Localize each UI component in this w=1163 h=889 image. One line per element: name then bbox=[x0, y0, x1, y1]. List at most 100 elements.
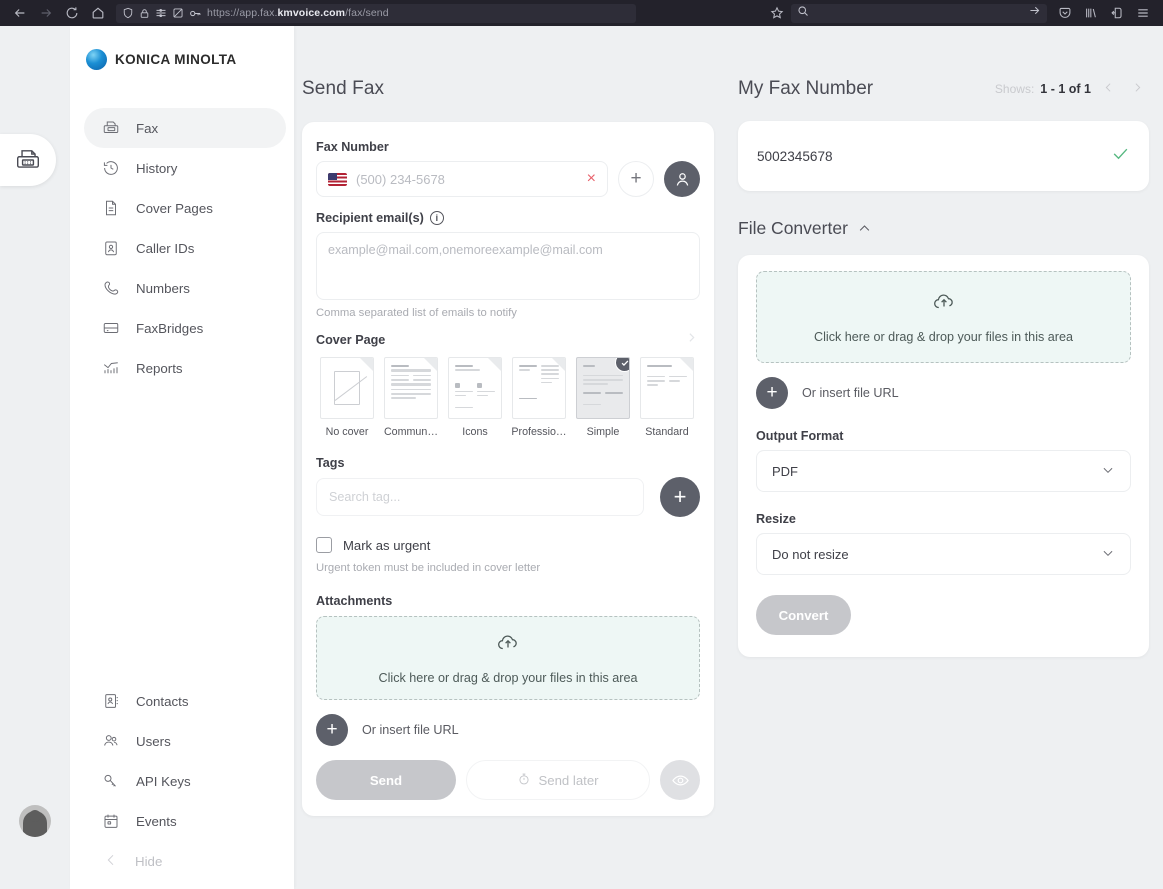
forward-arrow-icon bbox=[34, 3, 58, 23]
cover-option-communication[interactable]: Commun… bbox=[380, 357, 442, 438]
cover-option-label: Professio… bbox=[508, 426, 570, 438]
my-fax-number-header: My Fax Number Shows: 1 - 1 of 1 bbox=[728, 26, 1163, 100]
us-flag-icon[interactable] bbox=[328, 173, 347, 186]
bookmark-star-icon[interactable] bbox=[765, 3, 789, 23]
sidebar-item-api-keys[interactable]: API Keys bbox=[84, 761, 286, 801]
home-icon[interactable] bbox=[86, 3, 110, 23]
sidebar-item-history[interactable]: History bbox=[84, 148, 286, 188]
cover-thumbnail bbox=[384, 357, 438, 419]
clear-fax-number-icon[interactable]: × bbox=[587, 171, 596, 187]
mark-as-urgent-checkbox[interactable] bbox=[316, 537, 332, 553]
account-icon[interactable] bbox=[1105, 3, 1129, 23]
sidebar: KONICA MINOLTA Fax History Cover Pages bbox=[70, 26, 294, 889]
tags-placeholder: Search tag... bbox=[329, 490, 400, 504]
sidebar-item-fax[interactable]: Fax bbox=[84, 108, 286, 148]
sidebar-item-faxbridges[interactable]: FaxBridges bbox=[84, 308, 286, 348]
pocket-icon[interactable] bbox=[1053, 3, 1077, 23]
sidebar-item-numbers[interactable]: Numbers bbox=[84, 268, 286, 308]
library-icon[interactable] bbox=[1079, 3, 1103, 23]
sidebar-item-label: Fax bbox=[136, 121, 158, 136]
brand-name: KONICA MINOLTA bbox=[115, 52, 237, 67]
url-bar[interactable]: https://app.fax.kmvoice.com/fax/send bbox=[116, 4, 636, 23]
info-icon[interactable]: i bbox=[430, 211, 444, 225]
app-page: KONICA MINOLTA Fax History Cover Pages bbox=[0, 26, 1163, 889]
sidebar-item-label: Numbers bbox=[136, 281, 190, 296]
attachments-dropzone[interactable]: Click here or drag & drop your files in … bbox=[316, 616, 700, 700]
sidebar-item-caller-ids[interactable]: Caller IDs bbox=[84, 228, 286, 268]
cover-page-header: Cover Page bbox=[316, 331, 700, 348]
sidebar-item-reports[interactable]: Reports bbox=[84, 348, 286, 388]
send-button[interactable]: Send bbox=[316, 760, 456, 800]
calendar-icon bbox=[101, 812, 120, 831]
file-converter-card: Click here or drag & drop your files in … bbox=[738, 255, 1149, 657]
my-fax-number-card[interactable]: 5002345678 bbox=[738, 121, 1149, 191]
reload-icon[interactable] bbox=[60, 3, 84, 23]
converter-dropzone-text: Click here or drag & drop your files in … bbox=[814, 330, 1073, 344]
cover-thumbnail bbox=[320, 357, 374, 419]
send-actions-row: Send Send later bbox=[316, 760, 700, 800]
recipient-email-label: Recipient email(s) i bbox=[316, 211, 700, 225]
recipient-email-placeholder: example@mail.com,onemoreexample@mail.com bbox=[328, 243, 603, 257]
resize-select[interactable]: Do not resize bbox=[756, 533, 1131, 575]
lock-icon bbox=[139, 8, 150, 19]
add-tag-button[interactable]: + bbox=[660, 477, 700, 517]
file-converter-header[interactable]: File Converter bbox=[728, 191, 1163, 239]
send-later-label: Send later bbox=[538, 773, 598, 788]
cover-option-simple[interactable]: Simple bbox=[572, 357, 634, 438]
menu-icon[interactable] bbox=[1131, 3, 1155, 23]
cover-option-icons[interactable]: Icons bbox=[444, 357, 506, 438]
recipient-email-input[interactable]: example@mail.com,onemoreexample@mail.com bbox=[316, 232, 700, 300]
convert-button[interactable]: Convert bbox=[756, 595, 851, 635]
mark-as-urgent-row[interactable]: Mark as urgent bbox=[316, 537, 700, 553]
sidebar-hide-label: Hide bbox=[135, 854, 162, 869]
chevron-right-icon[interactable] bbox=[685, 331, 700, 348]
avatar[interactable] bbox=[19, 805, 51, 837]
tags-label: Tags bbox=[316, 456, 700, 470]
users-icon bbox=[101, 732, 120, 751]
sidebar-item-users[interactable]: Users bbox=[84, 721, 286, 761]
sidebar-item-cover-pages[interactable]: Cover Pages bbox=[84, 188, 286, 228]
no-cover-icon bbox=[334, 371, 360, 405]
phone-icon bbox=[101, 279, 120, 298]
sidebar-hide-button[interactable]: Hide bbox=[84, 841, 294, 881]
sidebar-item-label: Users bbox=[136, 734, 171, 749]
preview-button[interactable] bbox=[660, 760, 700, 800]
cover-option-standard[interactable]: Standard bbox=[636, 357, 698, 438]
person-icon bbox=[673, 170, 692, 189]
tags-row: Search tag... + bbox=[316, 477, 700, 517]
fax-number-placeholder: (500) 234-5678 bbox=[356, 172, 578, 187]
cover-option-no-cover[interactable]: No cover bbox=[316, 357, 378, 438]
choose-contact-button[interactable] bbox=[664, 161, 700, 197]
next-page-button[interactable] bbox=[1126, 79, 1149, 99]
chevron-up-icon[interactable] bbox=[857, 221, 872, 236]
search-icon bbox=[797, 4, 809, 22]
back-arrow-icon[interactable] bbox=[8, 3, 32, 23]
converter-insert-url-button[interactable]: + bbox=[756, 377, 788, 409]
converter-dropzone[interactable]: Click here or drag & drop your files in … bbox=[756, 271, 1131, 363]
cover-option-label: Icons bbox=[444, 426, 506, 438]
left-rail bbox=[0, 26, 70, 889]
fax-machine-icon[interactable] bbox=[0, 134, 56, 186]
tags-search-input[interactable]: Search tag... bbox=[316, 478, 644, 516]
go-arrow-icon[interactable] bbox=[1028, 4, 1041, 22]
sidebar-item-events[interactable]: Events bbox=[84, 801, 286, 841]
insert-file-url-button[interactable]: + bbox=[316, 714, 348, 746]
cover-option-label: Simple bbox=[572, 426, 634, 438]
output-format-select[interactable]: PDF bbox=[756, 450, 1131, 492]
extension-blocked-icon[interactable] bbox=[172, 7, 184, 19]
search-bar[interactable] bbox=[791, 4, 1047, 23]
fax-number-label: Fax Number bbox=[316, 140, 700, 154]
send-later-button[interactable]: Send later bbox=[466, 760, 650, 800]
fax-number-input[interactable]: (500) 234-5678 × bbox=[316, 161, 608, 197]
add-fax-number-button[interactable]: + bbox=[618, 161, 654, 197]
sidebar-item-contacts[interactable]: Contacts bbox=[84, 681, 286, 721]
key-icon[interactable] bbox=[189, 7, 202, 20]
konica-minolta-logo-icon bbox=[86, 49, 107, 70]
prev-page-button[interactable] bbox=[1097, 79, 1120, 99]
cover-thumbnail bbox=[576, 357, 630, 419]
cover-option-professional[interactable]: Professio… bbox=[508, 357, 570, 438]
reader-icon[interactable] bbox=[155, 7, 167, 19]
fax-machine-icon bbox=[101, 119, 120, 138]
document-icon bbox=[101, 199, 120, 218]
shows-value: 1 - 1 of 1 bbox=[1040, 82, 1091, 96]
